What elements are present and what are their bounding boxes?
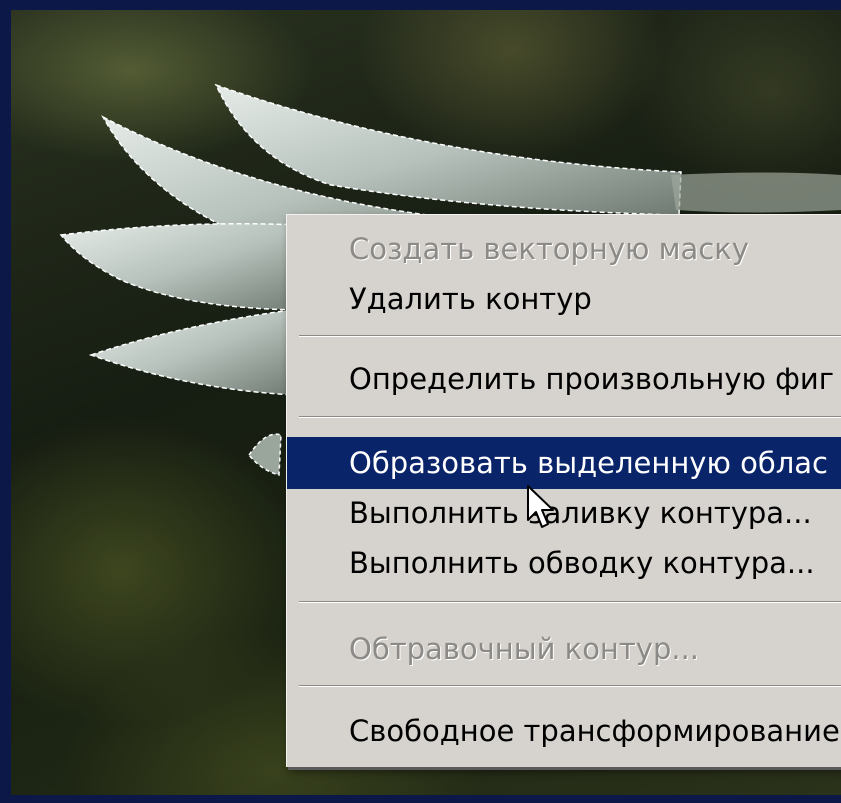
menu-separator: [299, 416, 841, 418]
menu-item-stroke-path[interactable]: Выполнить обводку контура...: [287, 537, 841, 589]
menu-item-fill-path[interactable]: Выполнить заливку контура...: [287, 487, 841, 539]
feather-shape: [671, 172, 841, 213]
menu-separator: [299, 335, 841, 337]
feather-shape: [88, 309, 297, 396]
image-canvas: Создать векторную маску Удалить контур О…: [11, 10, 841, 795]
context-menu: Создать векторную маску Удалить контур О…: [286, 214, 841, 767]
menu-separator: [299, 601, 841, 603]
feather-shape: [248, 433, 282, 476]
menu-item-define-custom-shape[interactable]: Определить произвольную фиг: [287, 353, 841, 405]
slide-frame: Создать векторную маску Удалить контур О…: [0, 0, 841, 803]
feather-shape: [59, 223, 312, 311]
menu-separator: [299, 685, 841, 687]
menu-item-make-selection[interactable]: Образовать выделенную облас: [287, 437, 841, 489]
menu-item-free-transform[interactable]: Свободное трансформирование: [287, 705, 841, 757]
mouse-pointer-icon: [527, 485, 554, 528]
menu-item-clipping-path[interactable]: Обтравочный контур...: [287, 623, 841, 675]
menu-item-delete-path[interactable]: Удалить контур: [287, 273, 841, 325]
menu-item-create-vector-mask[interactable]: Создать векторную маску: [287, 223, 841, 275]
